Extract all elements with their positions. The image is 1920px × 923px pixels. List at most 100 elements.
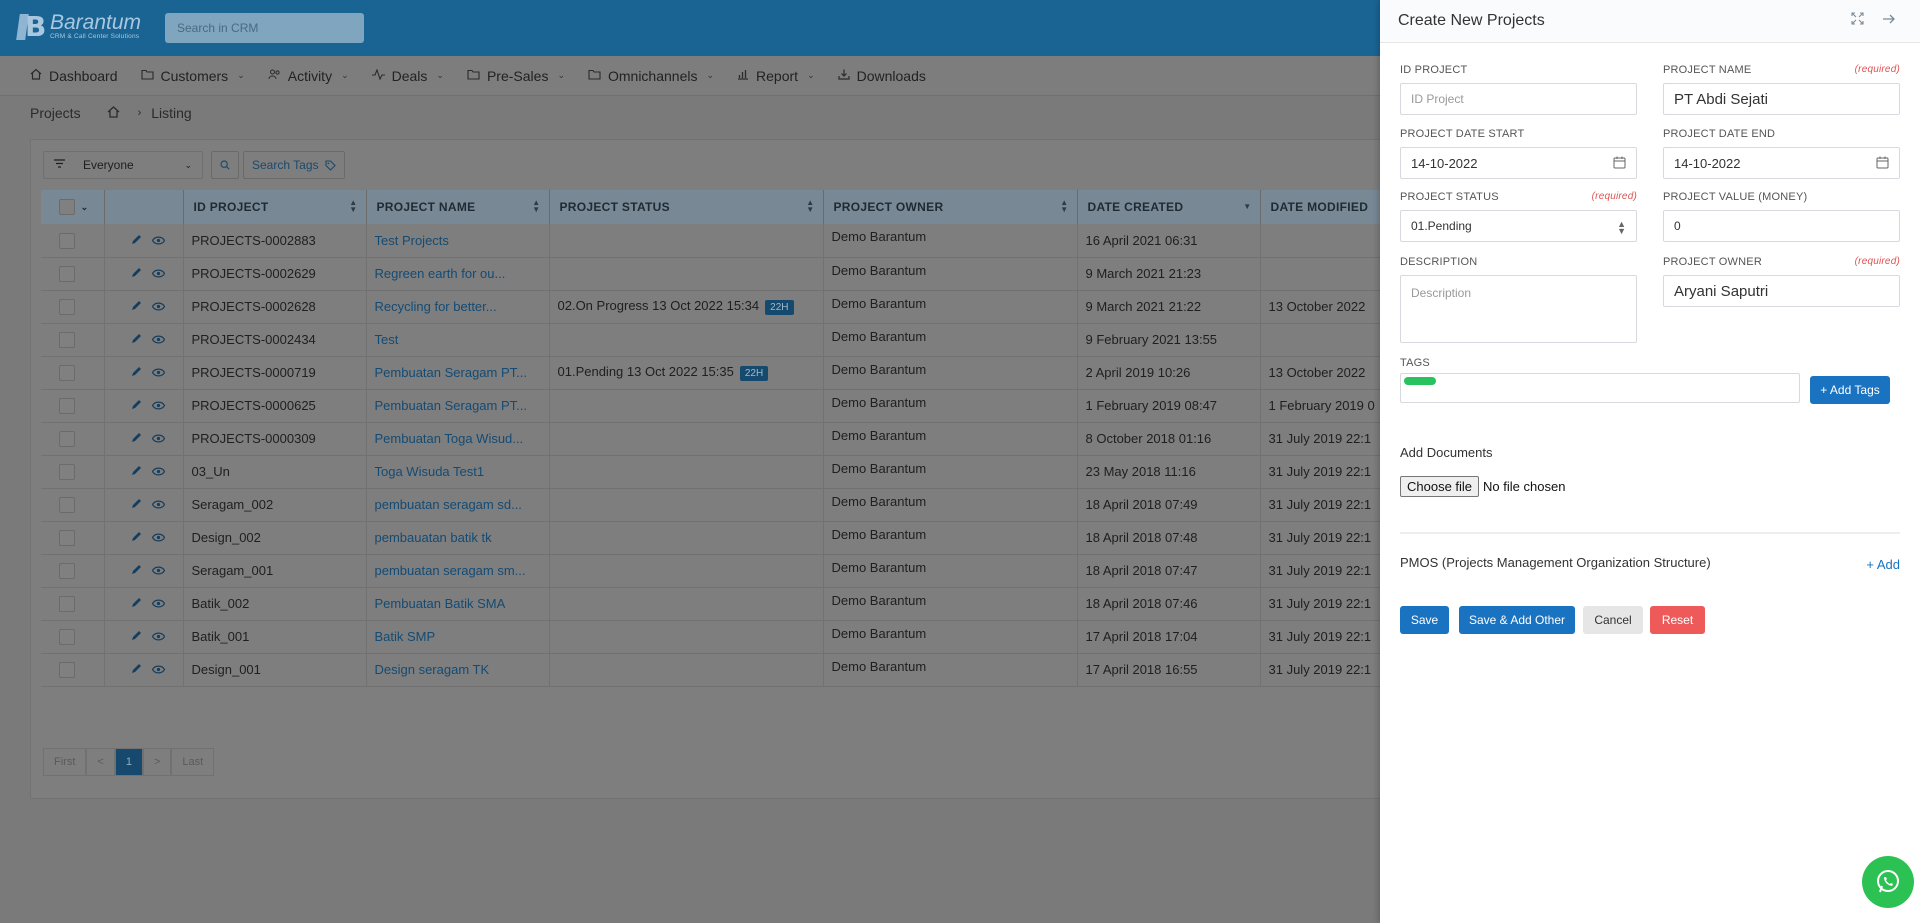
pmos-add-link[interactable]: + Add	[1866, 557, 1900, 572]
row-checkbox[interactable]	[59, 529, 75, 546]
breadcrumb-section[interactable]: Projects	[30, 105, 81, 121]
cell-project-name-link[interactable]: pembuatan seragam sd...	[366, 488, 550, 522]
cell-project-name-link[interactable]: Test Projects	[366, 224, 550, 258]
cancel-button[interactable]: Cancel	[1583, 606, 1643, 634]
project-owner-input[interactable]: Aryani Saputri	[1663, 275, 1900, 307]
logo[interactable]: Barantum CRM & Call Center Solutions	[18, 10, 141, 43]
view-icon[interactable]	[151, 597, 165, 611]
edit-icon[interactable]	[131, 366, 142, 380]
cell-project-name-link[interactable]: Pembuatan Seragam PT...	[366, 389, 550, 423]
sort-icon[interactable]: ▲ ▼	[349, 199, 357, 214]
table-row[interactable]: Seragam_002 pembuatan seragam sd... Demo B…	[41, 488, 1432, 522]
reset-button[interactable]: Reset	[1650, 606, 1705, 634]
cell-project-name-link[interactable]: Pembuatan Batik SMA	[366, 587, 550, 621]
cell-project-name-link[interactable]: Regreen earth for ou...	[366, 257, 550, 291]
edit-icon[interactable]	[131, 234, 142, 248]
id-project-input[interactable]: ID Project	[1400, 83, 1637, 115]
col-project-name[interactable]: PROJECT NAME ▲ ▼	[366, 190, 550, 224]
tag-chip[interactable]	[1404, 377, 1436, 385]
sort-icon[interactable]: ▲ ▼	[806, 199, 814, 214]
view-icon[interactable]	[151, 531, 165, 545]
row-checkbox[interactable]	[59, 265, 75, 282]
select-all-header[interactable]: ⌄	[41, 190, 105, 224]
view-icon[interactable]	[151, 399, 165, 413]
cell-project-name-link[interactable]: Pembuatan Toga Wisud...	[366, 422, 550, 456]
view-icon[interactable]	[151, 498, 165, 512]
table-row[interactable]: Seragam_001 pembuatan seragam sm... Demo B…	[41, 554, 1432, 588]
page-last-button[interactable]: Last	[171, 748, 215, 776]
nav-item-customers[interactable]: Customers ⌄	[140, 68, 245, 84]
view-icon[interactable]	[151, 564, 165, 578]
view-icon[interactable]	[151, 333, 165, 347]
project-status-select[interactable]: 01.Pending ▲ ▼	[1400, 210, 1637, 242]
cell-project-name-link[interactable]: pembauatan batik tk	[366, 521, 550, 555]
nav-item-deals[interactable]: Deals ⌄	[371, 68, 444, 84]
search-tags-button[interactable]: Search Tags	[243, 151, 345, 179]
page-prev-button[interactable]: <	[86, 748, 115, 776]
nav-item-report[interactable]: Report ⌄	[737, 68, 815, 84]
owner-filter-select[interactable]: Everyone ⌄	[43, 151, 203, 179]
calendar-icon[interactable]	[1876, 156, 1889, 172]
sort-icon[interactable]: ▲ ▼	[532, 199, 540, 214]
col-id-project[interactable]: ID PROJECT ▲ ▼	[183, 190, 367, 224]
edit-icon[interactable]	[131, 531, 142, 545]
table-row[interactable]: PROJECTS-0000625 Pembuatan Seragam PT... D…	[41, 389, 1432, 423]
home-icon[interactable]	[107, 105, 120, 121]
table-row[interactable]: PROJECTS-0000719 Pembuatan Seragam PT... 0…	[41, 356, 1432, 390]
row-checkbox[interactable]	[59, 298, 75, 315]
table-row[interactable]: PROJECTS-0002883 Test Projects Demo Barant…	[41, 224, 1432, 258]
save-add-other-button[interactable]: Save & Add Other	[1459, 606, 1575, 634]
row-checkbox[interactable]	[59, 364, 75, 381]
nav-item-pre-sales[interactable]: Pre-Sales ⌄	[467, 68, 565, 84]
nav-item-omnichannels[interactable]: Omnichannels ⌄	[588, 68, 714, 84]
edit-icon[interactable]	[131, 564, 142, 578]
row-checkbox[interactable]	[59, 397, 75, 414]
table-row[interactable]: PROJECTS-0002434 Test Demo Barantum 9 Febru…	[41, 323, 1432, 357]
row-checkbox[interactable]	[59, 562, 75, 579]
edit-icon[interactable]	[131, 630, 142, 644]
close-drawer-icon[interactable]	[1882, 12, 1896, 28]
row-checkbox[interactable]	[59, 430, 75, 447]
project-name-input[interactable]: PT Abdi Sejati	[1663, 83, 1900, 115]
cell-project-name-link[interactable]: Design seragam TK	[366, 653, 550, 687]
view-icon[interactable]	[151, 630, 165, 644]
row-checkbox[interactable]	[59, 496, 75, 513]
edit-icon[interactable]	[131, 498, 142, 512]
table-row[interactable]: PROJECTS-0002629 Regreen earth for ou... D…	[41, 257, 1432, 291]
whatsapp-chat-button[interactable]	[1862, 856, 1914, 908]
view-icon[interactable]	[151, 366, 165, 380]
cell-project-name-link[interactable]: Toga Wisuda Test1	[366, 455, 550, 489]
col-project-status[interactable]: PROJECT STATUS ▲ ▼	[549, 190, 824, 224]
view-icon[interactable]	[151, 432, 165, 446]
page-next-button[interactable]: >	[142, 748, 172, 776]
calendar-icon[interactable]	[1613, 156, 1626, 172]
edit-icon[interactable]	[131, 432, 142, 446]
choose-file-button[interactable]: Choose file	[1400, 476, 1480, 497]
table-row[interactable]: PROJECTS-0000309 Pembuatan Toga Wisud... D…	[41, 422, 1432, 456]
save-button[interactable]: Save	[1400, 606, 1449, 634]
table-row[interactable]: Design_001 Design seragam TK Demo Barantum…	[41, 653, 1432, 687]
edit-icon[interactable]	[131, 267, 142, 281]
row-checkbox[interactable]	[59, 595, 75, 612]
nav-item-downloads[interactable]: Downloads	[838, 68, 926, 84]
cell-project-name-link[interactable]: pembuatan seragam sm...	[366, 554, 550, 588]
edit-icon[interactable]	[131, 663, 142, 677]
row-checkbox[interactable]	[59, 232, 75, 249]
chevron-down-icon[interactable]: ⌄	[81, 202, 89, 212]
row-checkbox[interactable]	[59, 463, 75, 480]
row-checkbox[interactable]	[59, 628, 75, 645]
row-checkbox[interactable]	[59, 331, 75, 348]
add-tags-button[interactable]: + Add Tags	[1810, 376, 1890, 404]
col-date-created[interactable]: DATE CREATED ▼	[1077, 190, 1261, 224]
date-end-input[interactable]: 14-10-2022	[1663, 147, 1900, 179]
sort-icon[interactable]: ▲ ▼	[1060, 199, 1068, 214]
nav-item-activity[interactable]: Activity ⌄	[268, 68, 349, 84]
view-icon[interactable]	[151, 300, 165, 314]
col-project-owner[interactable]: PROJECT OWNER ▲ ▼	[823, 190, 1078, 224]
date-start-input[interactable]: 14-10-2022	[1400, 147, 1637, 179]
search-input[interactable]: Search in CRM	[165, 13, 364, 43]
tags-input[interactable]	[1400, 373, 1800, 403]
cell-project-name-link[interactable]: Test	[366, 323, 550, 357]
view-icon[interactable]	[151, 663, 165, 677]
expand-icon[interactable]	[1851, 12, 1864, 28]
